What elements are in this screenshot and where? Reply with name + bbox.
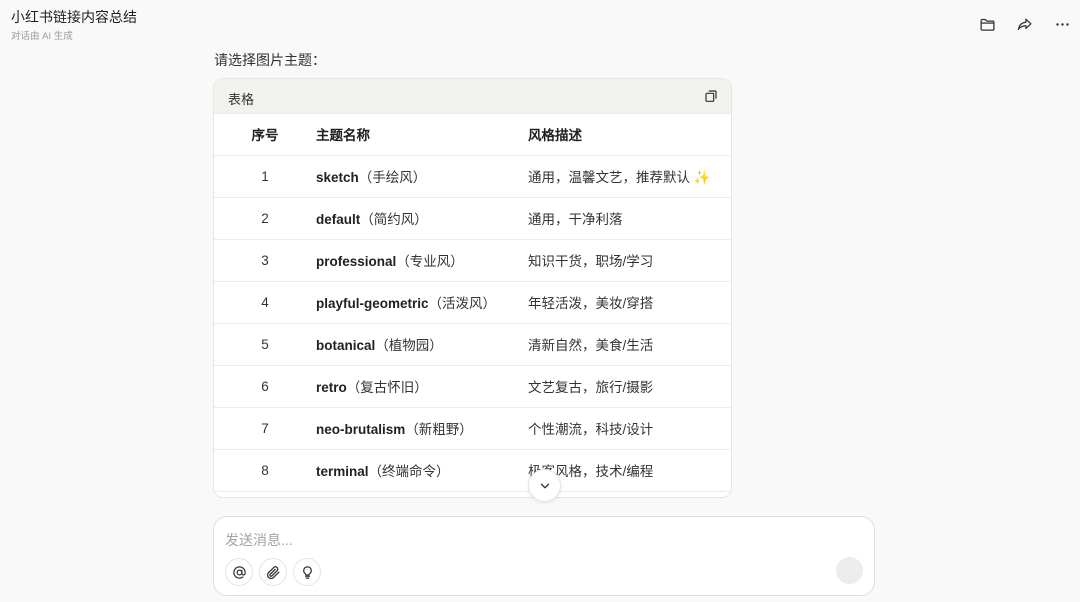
lightbulb-icon <box>302 565 312 579</box>
table-row: 1 sketch（手绘风） 通用，温馨文艺，推荐默认 ✨ <box>214 155 731 198</box>
theme-name: sketch <box>316 170 359 185</box>
theme-name-cell: playful-geometric（活泼风） <box>316 281 528 324</box>
share-icon <box>1017 18 1032 30</box>
style-description: 清新自然，美食/生活 <box>528 323 731 366</box>
style-description: 知识干货，职场/学习 <box>528 239 731 282</box>
theme-name: default <box>316 212 361 227</box>
theme-name-cell: neo-brutalism（新粗野） <box>316 407 528 450</box>
table-row: 8 terminal（终端命令） 极客风格，技术/编程 <box>214 449 731 492</box>
theme-alias: （简约风） <box>360 212 428 227</box>
style-description: 年轻活泼，美妆/穿搭 <box>528 281 731 324</box>
message-input[interactable] <box>225 529 825 551</box>
idea-button[interactable] <box>293 558 321 586</box>
paperclip-icon <box>266 565 279 579</box>
theme-alias: （手绘风） <box>358 170 427 185</box>
mention-button[interactable] <box>225 558 253 586</box>
message-composer <box>213 516 875 596</box>
table-row: 5 botanical（植物园） 清新自然，美食/生活 <box>214 323 731 366</box>
share-button[interactable] <box>1012 12 1036 36</box>
theme-alias: （植物园） <box>375 338 443 353</box>
theme-name-cell: professional（专业风） <box>316 239 528 282</box>
row-number: 2 <box>214 197 316 240</box>
chat-subtitle: 对话由 AI 生成 <box>11 31 73 42</box>
table-toolbar: 表格 <box>214 79 731 114</box>
theme-alias: （新粗野） <box>405 422 473 437</box>
row-number: 5 <box>214 323 316 366</box>
theme-name: playful-geometric <box>316 296 429 311</box>
style-description: 文艺复古，旅行/摄影 <box>528 365 731 408</box>
table-header-row: 序号 主题名称 风格描述 <box>214 114 731 156</box>
theme-name: terminal <box>316 464 369 479</box>
theme-name: neo-brutalism <box>316 422 406 437</box>
theme-alias: （终端命令） <box>368 464 450 479</box>
table-body: 1 sketch（手绘风） 通用，温馨文艺，推荐默认 ✨ 2 default（简约风）通… <box>214 155 731 492</box>
style-description: 通用，温馨文艺，推荐默认 ✨ <box>528 155 731 198</box>
table-row: 2 default（简约风） 通用，干净利落 <box>214 197 731 240</box>
theme-name-cell: default（简约风） <box>316 197 528 240</box>
theme-name: botanical <box>316 338 376 353</box>
table-row: 3 professional（专业风） 知识干货，职场/学习 <box>214 239 731 282</box>
chat-title: 小红书链接内容总结 <box>11 9 137 25</box>
theme-name-cell: sketch（手绘风） <box>316 155 528 198</box>
table-row: 6 retro（复古怀旧） 文艺复古，旅行/摄影 <box>214 365 731 408</box>
row-number: 4 <box>214 281 316 324</box>
theme-alias: （复古怀旧） <box>346 380 428 395</box>
chevron-down-icon <box>540 483 549 488</box>
at-icon <box>232 565 246 579</box>
theme-name: retro <box>316 380 347 395</box>
style-description: 通用，干净利落 <box>528 197 731 240</box>
theme-name-cell: botanical（植物园） <box>316 323 528 366</box>
theme-alias: （专业风） <box>396 254 464 269</box>
folder-icon <box>979 18 995 31</box>
table-label: 表格 <box>228 92 255 107</box>
column-header-number: 序号 <box>214 114 316 156</box>
row-number: 8 <box>214 449 316 492</box>
send-button[interactable] <box>836 557 863 584</box>
row-number: 7 <box>214 407 316 450</box>
theme-name: professional <box>316 254 397 269</box>
attach-button[interactable] <box>259 558 287 586</box>
theme-table-card: 表格 序号 主题名称 风格描述 1 sketch（手绘风） 通用，温馨文艺，推荐默认… <box>213 78 732 498</box>
assistant-prompt-text: 请选择图片主题： <box>214 52 326 68</box>
column-header-style-desc: 风格描述 <box>528 114 731 156</box>
row-number: 3 <box>214 239 316 282</box>
style-description: 个性潮流，科技/设计 <box>528 407 731 450</box>
copy-icon[interactable] <box>703 88 719 104</box>
table-row: 4 playful-geometric（活泼风） 年轻活泼，美妆/穿搭 <box>214 281 731 324</box>
theme-name-cell: terminal（终端命令） <box>316 449 528 492</box>
row-number: 6 <box>214 365 316 408</box>
folder-button[interactable] <box>975 12 999 36</box>
theme-alias: （活泼风） <box>428 296 497 311</box>
column-header-theme-name: 主题名称 <box>316 114 528 156</box>
chat-header: 小红书链接内容总结 对话由 AI 生成 <box>0 0 1080 46</box>
scroll-down-button[interactable] <box>528 469 561 502</box>
row-number: 1 <box>214 155 316 198</box>
theme-table: 序号 主题名称 风格描述 1 sketch（手绘风） 通用，温馨文艺，推荐默认 ✨ 2… <box>214 114 731 492</box>
theme-name-cell: retro（复古怀旧） <box>316 365 528 408</box>
more-icon <box>1055 22 1069 26</box>
more-button[interactable] <box>1050 12 1074 36</box>
table-row: 7 neo-brutalism（新粗野） 个性潮流，科技/设计 <box>214 407 731 450</box>
